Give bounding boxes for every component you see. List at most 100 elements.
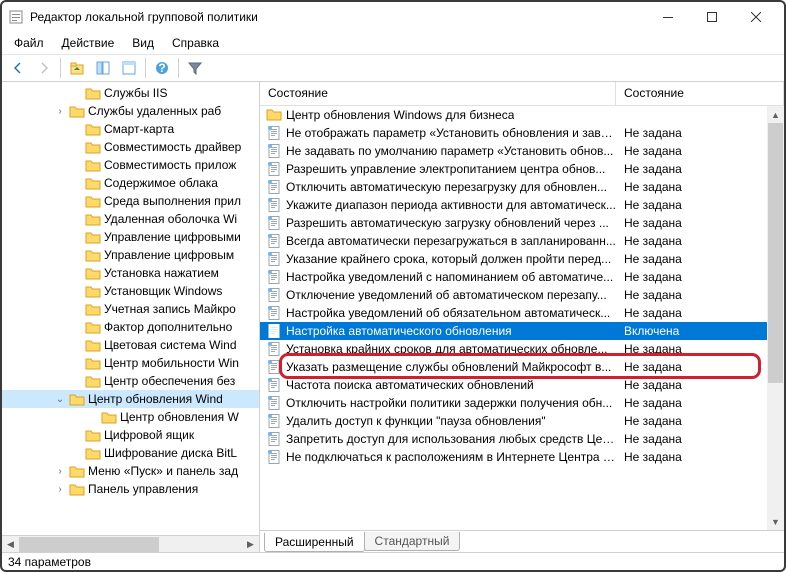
list-item-row[interactable]: Укажите диапазон периода активности для … <box>260 196 784 214</box>
tree-node[interactable]: Цифровой ящик <box>2 426 259 444</box>
list-item-row[interactable]: Разрешить автоматическую загрузку обновл… <box>260 214 784 232</box>
export-list-button[interactable] <box>117 56 141 80</box>
tree-label: Учетная запись Майкро <box>104 302 236 316</box>
tree-node[interactable]: ⌄Центр обновления Wind <box>2 390 259 408</box>
tree-node[interactable]: ›Службы удаленных раб <box>2 102 259 120</box>
tree-node[interactable]: Содержимое облака <box>2 174 259 192</box>
list-item-row[interactable]: Отключить настройки политики задержки по… <box>260 394 784 412</box>
folder-icon <box>85 212 101 226</box>
expander-icon[interactable]: › <box>54 106 66 117</box>
tab-extended[interactable]: Расширенный <box>264 533 365 552</box>
folder-icon <box>85 266 101 280</box>
menu-file[interactable]: Файл <box>6 34 52 52</box>
tree-node[interactable]: Цветовая система Wind <box>2 336 259 354</box>
tree-node[interactable]: Установщик Windows <box>2 282 259 300</box>
row-text: Укажите диапазон периода активности для … <box>286 198 616 212</box>
list-item-row[interactable]: Настройка автоматического обновленияВклю… <box>260 322 784 340</box>
tree-node[interactable]: Фактор дополнительно <box>2 318 259 336</box>
list-body[interactable]: Центр обновления Windows для бизнесаНе о… <box>260 106 784 530</box>
tree-node[interactable]: › Меню «Пуск» и панель зад <box>2 462 259 480</box>
list-item-row[interactable]: Указание крайнего срока, который должен … <box>260 250 784 268</box>
minimize-button[interactable] <box>646 3 690 31</box>
policy-icon <box>266 251 282 267</box>
scroll-right-icon[interactable]: ▶ <box>242 536 259 553</box>
tree-node[interactable]: Центр мобильности Win <box>2 354 259 372</box>
vscroll-track[interactable] <box>767 123 784 513</box>
list-item-row[interactable]: Настройка уведомлений с напоминанием об … <box>260 268 784 286</box>
list-item-row[interactable]: Не отображать параметр «Установить обнов… <box>260 124 784 142</box>
row-state: Не задана <box>616 216 682 230</box>
show-hide-tree-button[interactable] <box>91 56 115 80</box>
tree-node[interactable]: Управление цифровым <box>2 246 259 264</box>
content-area: Службы IIS ›Службы удаленных рабСмарт-кар… <box>2 82 784 552</box>
expander-icon[interactable]: › <box>54 484 66 495</box>
tab-standard[interactable]: Стандартный <box>364 532 461 551</box>
tree-node[interactable]: Среда выполнения прил <box>2 192 259 210</box>
tree-node[interactable]: Центр обновления W <box>2 408 259 426</box>
list-item-row[interactable]: Указать размещение службы обновлений Май… <box>260 358 784 376</box>
list-item-row[interactable]: Не подключаться к расположениям в Интерн… <box>260 448 784 466</box>
expander-icon[interactable]: ⌄ <box>54 394 66 405</box>
tree-view[interactable]: Службы IIS ›Службы удаленных рабСмарт-кар… <box>2 84 259 524</box>
tree-node[interactable]: ›Панель управления <box>2 480 259 498</box>
row-state: Не задана <box>616 180 682 194</box>
list-item-row[interactable]: Не задавать по умолчанию параметр «Устан… <box>260 142 784 160</box>
list-item-row[interactable]: Удалить доступ к функции "пауза обновлен… <box>260 412 784 430</box>
up-button[interactable] <box>65 56 89 80</box>
tree-node[interactable]: Центр обеспечения без <box>2 372 259 390</box>
expander-icon[interactable]: › <box>54 466 66 477</box>
list-item-row[interactable]: Запретить доступ для использования любых… <box>260 430 784 448</box>
tree-node[interactable]: Учетная запись Майкро <box>2 300 259 318</box>
filter-button[interactable] <box>183 56 207 80</box>
help-button[interactable]: ? <box>150 56 174 80</box>
scroll-track[interactable] <box>19 536 242 553</box>
folder-icon <box>69 104 85 118</box>
tree-node[interactable]: Совместимость драйвер <box>2 138 259 156</box>
policy-icon <box>266 233 282 249</box>
folder-icon <box>69 392 85 406</box>
list-item-row[interactable]: Всегда автоматически перезагружаться в з… <box>260 232 784 250</box>
tree-node[interactable]: Шифрование диска BitL <box>2 444 259 462</box>
folder-icon <box>85 338 101 352</box>
tree-node[interactable]: Управление цифровыми <box>2 228 259 246</box>
maximize-button[interactable] <box>690 3 734 31</box>
menubar: Файл Действие Вид Справка <box>2 32 784 54</box>
list-item-row[interactable]: Установка крайних сроков для автоматичес… <box>260 340 784 358</box>
list-vscrollbar[interactable]: ▲ ▼ <box>767 106 784 530</box>
tree-node[interactable]: Смарт-карта <box>2 120 259 138</box>
tree-node[interactable]: Удаленная оболочка Wi <box>2 210 259 228</box>
tree-node[interactable]: Совместимость прилож <box>2 156 259 174</box>
tree-node[interactable]: Установка нажатием <box>2 264 259 282</box>
menu-view[interactable]: Вид <box>124 34 162 52</box>
column-state[interactable]: Состояние <box>616 82 784 105</box>
scroll-down-icon[interactable]: ▼ <box>767 513 784 530</box>
scroll-left-icon[interactable]: ◀ <box>2 536 19 553</box>
list-folder-row[interactable]: Центр обновления Windows для бизнеса <box>260 106 784 124</box>
close-button[interactable] <box>734 3 778 31</box>
scroll-thumb[interactable] <box>19 537 159 552</box>
row-state: Не задана <box>616 144 682 158</box>
tree-label: Меню «Пуск» и панель зад <box>88 464 238 478</box>
row-state: Не задана <box>616 342 682 356</box>
tree-label: Управление цифровым <box>104 248 234 262</box>
menu-help[interactable]: Справка <box>164 34 227 52</box>
menu-action[interactable]: Действие <box>54 34 123 52</box>
list-item-row[interactable]: Разрешить управление электропитанием цен… <box>260 160 784 178</box>
list-item-row[interactable]: Настройка уведомлений об обязательном ав… <box>260 304 784 322</box>
list-item-row[interactable]: Отключить автоматическую перезагрузку дл… <box>260 178 784 196</box>
scroll-up-icon[interactable]: ▲ <box>767 106 784 123</box>
tree-hscrollbar[interactable]: ◀ ▶ <box>2 535 259 552</box>
back-button[interactable] <box>6 56 30 80</box>
tree-node[interactable]: Службы IIS <box>2 84 259 102</box>
window-buttons <box>646 3 778 31</box>
tree-label: Совместимость драйвер <box>104 140 241 154</box>
vscroll-thumb[interactable] <box>768 123 783 383</box>
list-item-row[interactable]: Частота поиска автоматических обновлений… <box>260 376 784 394</box>
tree-label: Управление цифровыми <box>104 230 241 244</box>
list-item-row[interactable]: Отключение уведомлений об автоматическом… <box>260 286 784 304</box>
tree-label: Службы IIS <box>104 86 167 100</box>
forward-button[interactable] <box>32 56 56 80</box>
column-name[interactable]: Состояние <box>260 82 616 105</box>
row-state: Не задана <box>616 378 682 392</box>
folder-icon <box>85 230 101 244</box>
